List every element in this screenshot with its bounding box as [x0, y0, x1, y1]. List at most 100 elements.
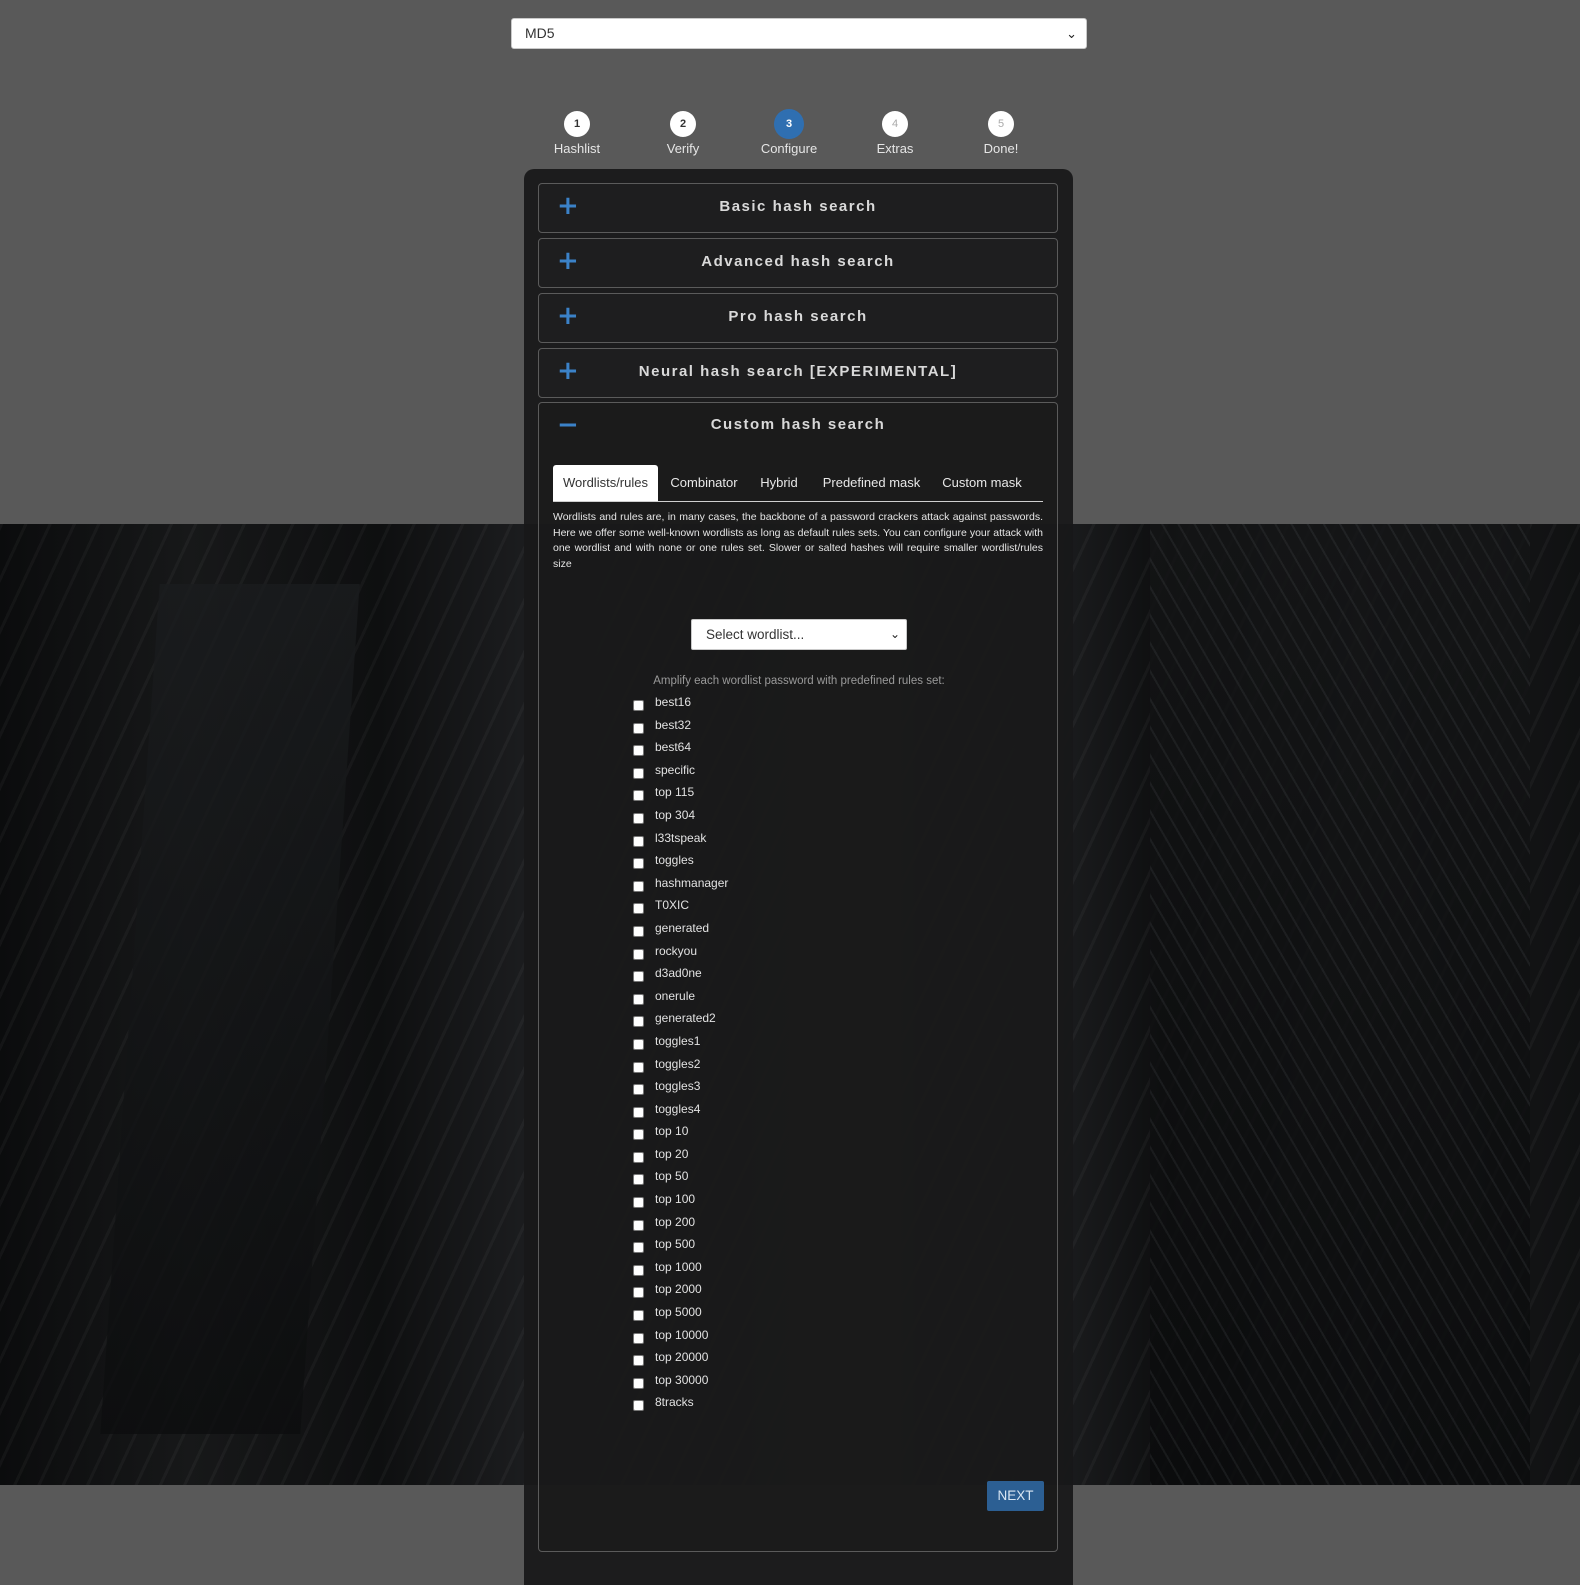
rule-item[interactable]: top 30000 — [633, 1372, 883, 1395]
rule-checkbox[interactable] — [633, 1242, 644, 1254]
rule-item[interactable]: top 500 — [633, 1236, 883, 1259]
rule-checkbox[interactable] — [633, 700, 644, 711]
rule-item[interactable]: specific — [633, 762, 883, 785]
rule-checkbox[interactable] — [633, 1151, 644, 1163]
rule-checkbox[interactable] — [633, 858, 644, 870]
rule-checkbox[interactable] — [633, 1219, 644, 1231]
rule-checkbox[interactable] — [633, 812, 644, 824]
rule-item[interactable]: top 100 — [633, 1191, 883, 1214]
rule-item[interactable]: top 2000 — [633, 1281, 883, 1304]
hash-type-value: MD5 — [525, 25, 555, 41]
rule-label: toggles — [655, 853, 694, 868]
rule-checkbox[interactable] — [633, 1355, 644, 1367]
accordion-header[interactable]: + Neural hash search [EXPERIMENTAL] — [539, 349, 1057, 397]
rule-checkbox[interactable] — [633, 835, 644, 847]
accordion-header[interactable]: − Custom hash search — [539, 403, 1057, 451]
rule-checkbox[interactable] — [633, 880, 644, 892]
rule-checkbox[interactable] — [633, 1061, 644, 1073]
rule-checkbox[interactable] — [633, 1310, 644, 1322]
rule-item[interactable]: best32 — [633, 717, 883, 740]
hash-type-select[interactable]: MD5 ⌄ — [511, 18, 1087, 49]
rule-checkbox[interactable] — [633, 790, 644, 802]
rule-item[interactable]: top 1000 — [633, 1259, 883, 1282]
rule-checkbox[interactable] — [633, 1332, 644, 1344]
search-panel: + Basic hash search + Advanced hash sear… — [524, 169, 1073, 1585]
rule-item[interactable]: top 20 — [633, 1146, 883, 1169]
accordion-neural[interactable]: + Neural hash search [EXPERIMENTAL] — [538, 348, 1058, 398]
rule-item[interactable]: toggles2 — [633, 1056, 883, 1079]
step-label: Hashlist — [553, 141, 601, 156]
rule-checkbox[interactable] — [633, 971, 644, 983]
wordlists-description: Wordlists and rules are, in many cases, … — [553, 511, 1043, 570]
rule-label: top 2000 — [655, 1282, 702, 1297]
tab-predefined-mask[interactable]: Predefined mask — [819, 465, 924, 501]
step-extras[interactable]: 4 Extras — [842, 111, 948, 156]
accordion-custom[interactable]: − Custom hash search Wordlists/rules Com… — [538, 402, 1058, 1552]
accordion-header[interactable]: + Pro hash search — [539, 294, 1057, 342]
rule-checkbox[interactable] — [633, 767, 644, 779]
rule-checkbox[interactable] — [633, 1264, 644, 1276]
step-hashlist[interactable]: 1 Hashlist — [524, 111, 630, 156]
accordion-title: Advanced hash search — [701, 253, 895, 270]
step-configure[interactable]: 3 Configure — [736, 111, 842, 156]
rule-label: top 20 — [655, 1146, 689, 1161]
rule-checkbox[interactable] — [633, 1129, 644, 1141]
accordion-basic[interactable]: + Basic hash search — [538, 183, 1058, 233]
rule-checkbox[interactable] — [633, 1016, 644, 1028]
rule-item[interactable]: onerule — [633, 988, 883, 1011]
chevron-down-icon: ⌄ — [1066, 26, 1077, 41]
rule-item[interactable]: generated — [633, 920, 883, 943]
tab-wordlists-rules[interactable]: Wordlists/rules — [553, 465, 658, 501]
custom-tabs: Wordlists/rules Combinator Hybrid Predef… — [553, 465, 1043, 502]
rule-item[interactable]: l33tspeak — [633, 830, 883, 853]
rule-item[interactable]: generated2 — [633, 1010, 883, 1033]
rule-item[interactable]: top 200 — [633, 1214, 883, 1237]
rule-item[interactable]: toggles — [633, 852, 883, 875]
rule-checkbox[interactable] — [633, 1106, 644, 1118]
rule-item[interactable]: top 5000 — [633, 1304, 883, 1327]
tab-combinator[interactable]: Combinator — [664, 465, 744, 501]
rule-item[interactable]: best16 — [633, 694, 883, 717]
rule-item[interactable]: top 10000 — [633, 1327, 883, 1350]
rule-label: top 30000 — [655, 1372, 709, 1387]
rule-checkbox[interactable] — [633, 948, 644, 960]
rule-item[interactable]: top 20000 — [633, 1349, 883, 1372]
rule-checkbox[interactable] — [633, 903, 644, 915]
rule-item[interactable]: toggles1 — [633, 1033, 883, 1056]
tab-custom-mask[interactable]: Custom mask — [934, 465, 1030, 501]
rule-checkbox[interactable] — [633, 745, 644, 757]
rule-checkbox[interactable] — [633, 1038, 644, 1050]
rule-item[interactable]: top 10 — [633, 1123, 883, 1146]
accordion-advanced[interactable]: + Advanced hash search — [538, 238, 1058, 288]
rule-checkbox[interactable] — [633, 1400, 644, 1412]
rule-checkbox[interactable] — [633, 1197, 644, 1209]
rule-label: top 500 — [655, 1237, 696, 1252]
rule-item[interactable]: top 304 — [633, 807, 883, 830]
rule-item[interactable]: hashmanager — [633, 875, 883, 898]
wordlist-select[interactable]: Select wordlist... ⌄ — [691, 619, 907, 650]
rule-item[interactable]: toggles3 — [633, 1078, 883, 1101]
rule-checkbox[interactable] — [633, 993, 644, 1005]
rule-item[interactable]: d3ad0ne — [633, 965, 883, 988]
rule-checkbox[interactable] — [633, 1174, 644, 1186]
step-verify[interactable]: 2 Verify — [630, 111, 736, 156]
rule-item[interactable]: best64 — [633, 739, 883, 762]
accordion-header[interactable]: + Advanced hash search — [539, 239, 1057, 287]
rule-checkbox[interactable] — [633, 1287, 644, 1299]
accordion-pro[interactable]: + Pro hash search — [538, 293, 1058, 343]
rule-checkbox[interactable] — [633, 1084, 644, 1096]
rule-item[interactable]: top 50 — [633, 1168, 883, 1191]
step-done[interactable]: 5 Done! — [948, 111, 1054, 156]
rule-checkbox[interactable] — [633, 925, 644, 937]
rule-item[interactable]: toggles4 — [633, 1101, 883, 1124]
next-button[interactable]: NEXT — [987, 1481, 1044, 1511]
rule-item[interactable]: 8tracks — [633, 1394, 883, 1417]
rule-checkbox[interactable] — [633, 722, 644, 734]
rule-checkbox[interactable] — [633, 1377, 644, 1389]
rule-item[interactable]: T0XIC — [633, 897, 883, 920]
tab-hybrid[interactable]: Hybrid — [751, 465, 807, 501]
server-rack-left — [100, 584, 360, 1434]
accordion-header[interactable]: + Basic hash search — [539, 184, 1057, 232]
rule-item[interactable]: top 115 — [633, 784, 883, 807]
rule-item[interactable]: rockyou — [633, 943, 883, 966]
